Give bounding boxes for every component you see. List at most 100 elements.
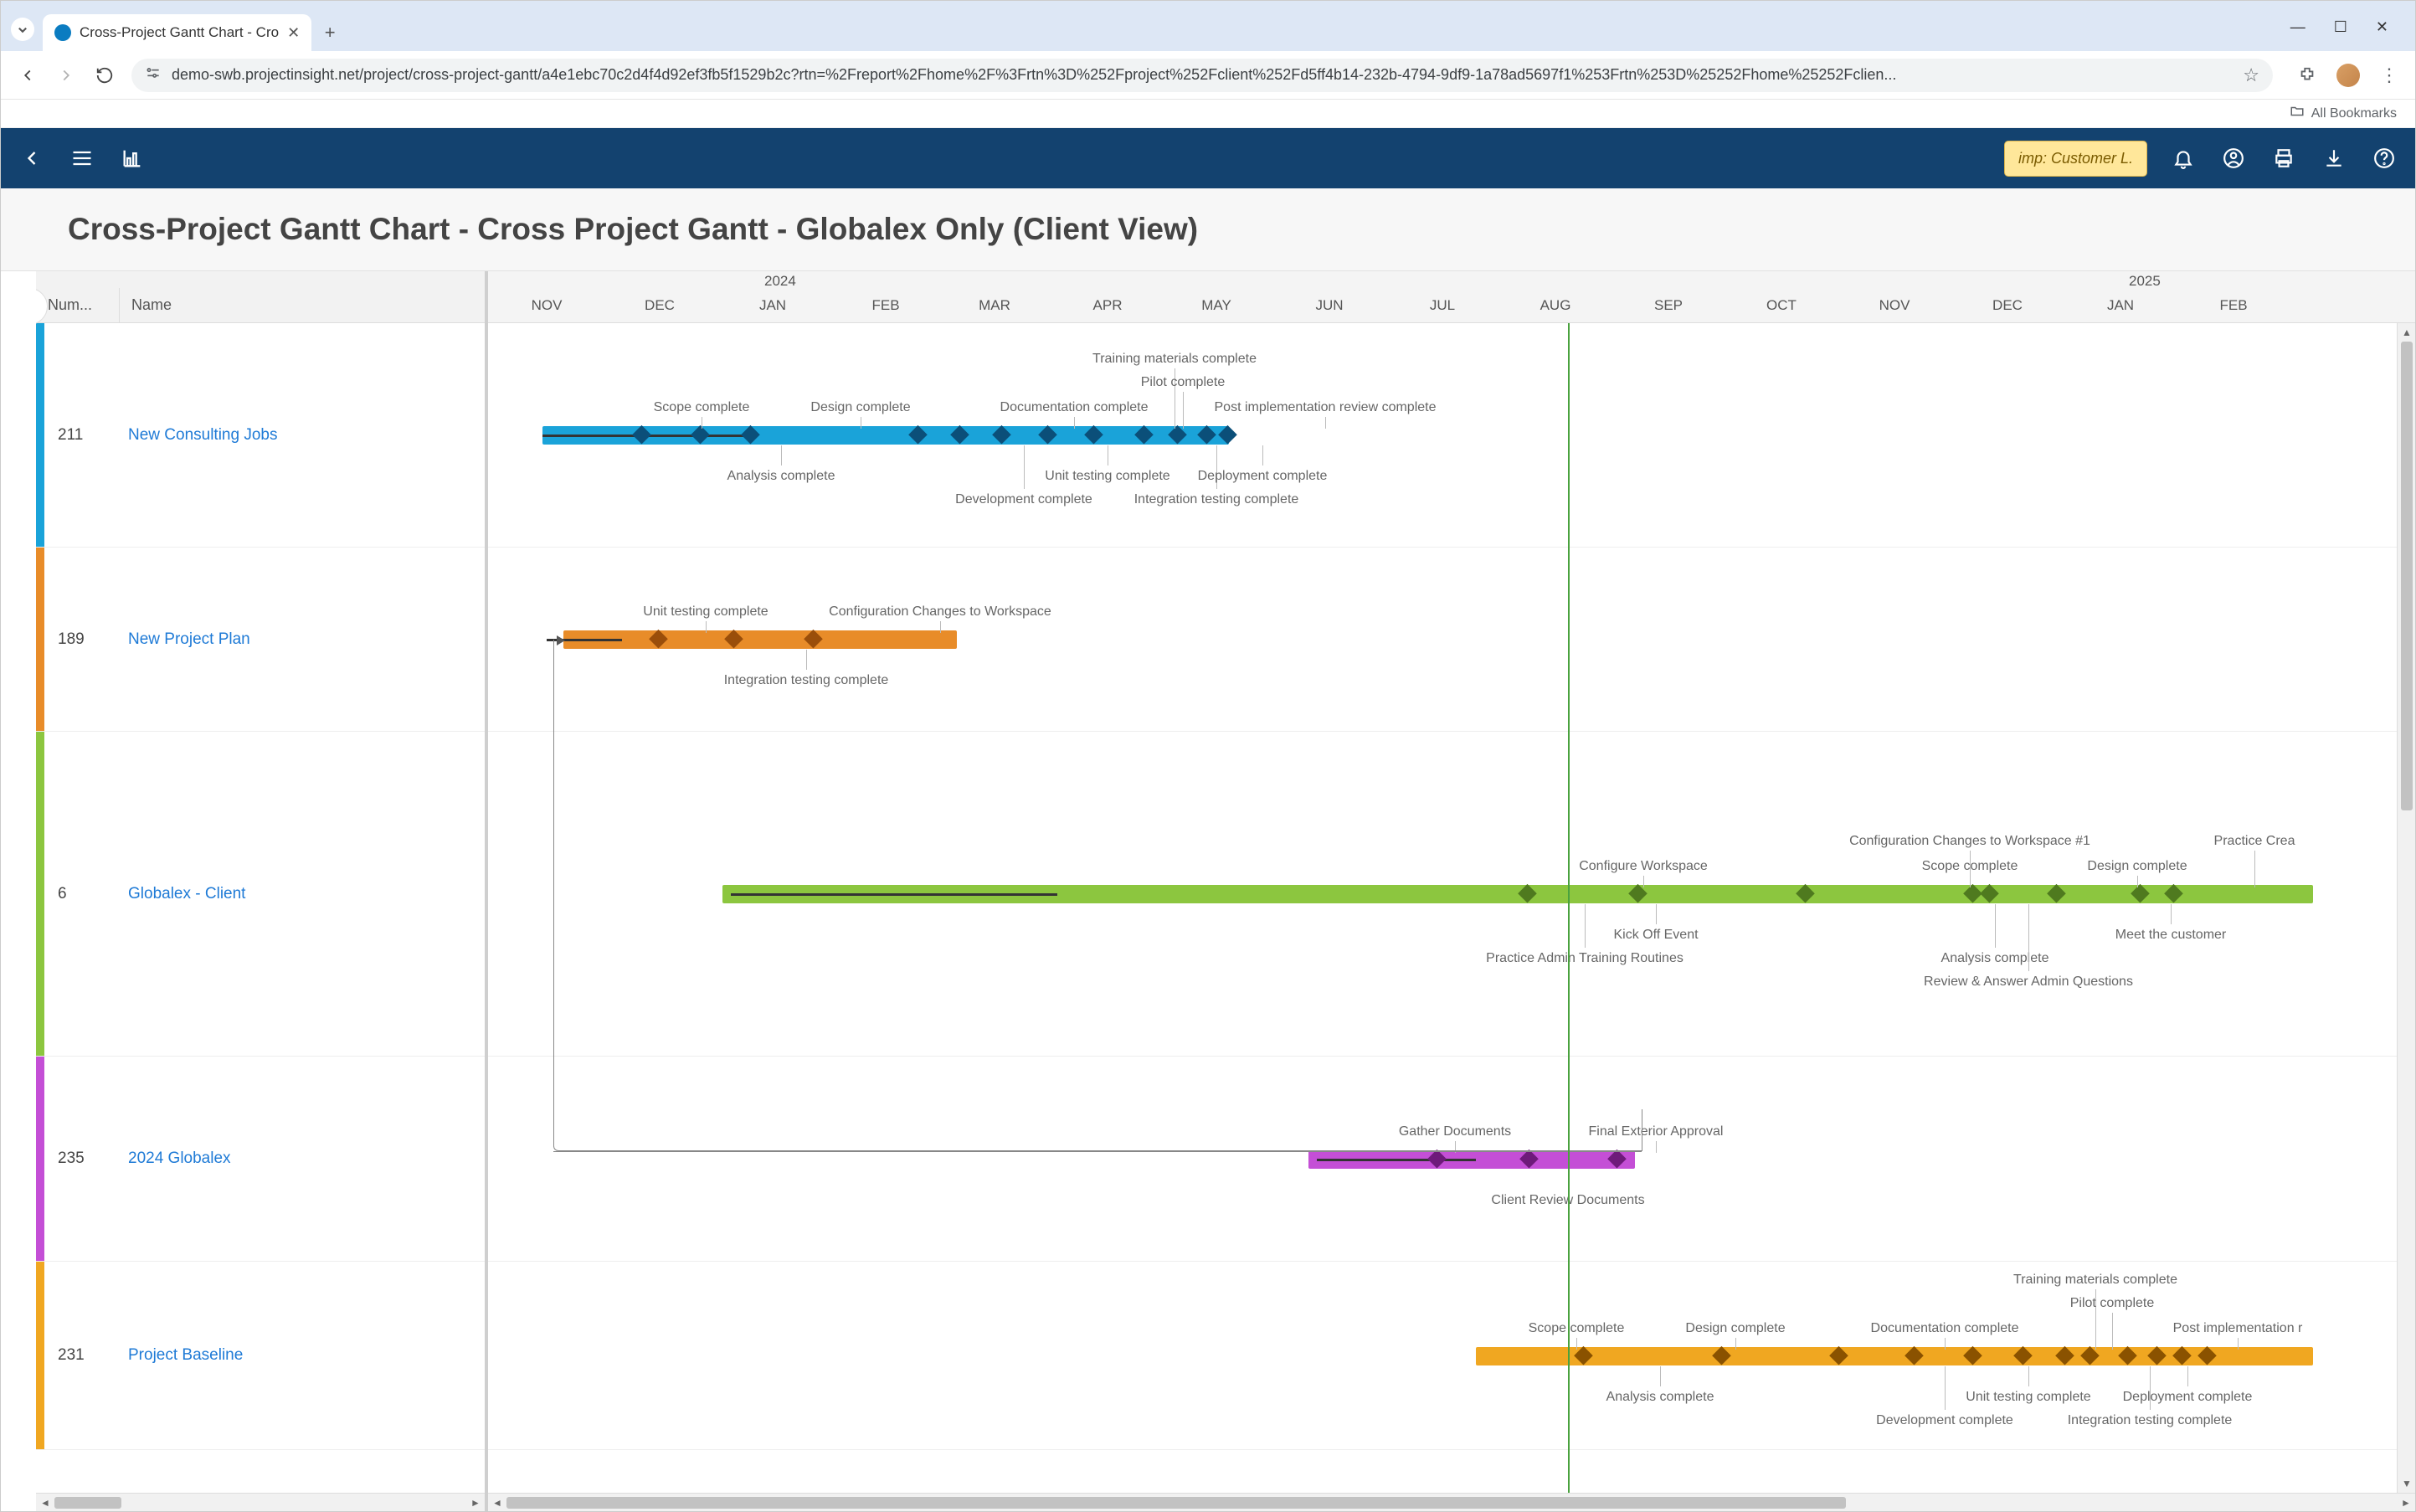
grid-row[interactable]: 211 New Consulting Jobs bbox=[36, 323, 485, 548]
scroll-thumb[interactable] bbox=[2401, 342, 2413, 810]
milestone-label: Pilot complete bbox=[1141, 375, 1226, 390]
bookmarks-folder-icon[interactable] bbox=[2290, 104, 2305, 123]
close-tab-icon[interactable]: ✕ bbox=[287, 24, 300, 42]
project-link[interactable]: 2024 Globalex bbox=[128, 1149, 231, 1167]
tab-strip: Cross-Project Gantt Chart - Cro ✕ + — ☐ … bbox=[1, 1, 2415, 51]
label-tick bbox=[1183, 392, 1184, 429]
all-bookmarks-link[interactable]: All Bookmarks bbox=[2311, 106, 2397, 121]
scroll-up-icon[interactable]: ▲ bbox=[2398, 323, 2415, 342]
timeline-body[interactable]: Scope completeDesign completeDocumentati… bbox=[488, 323, 2415, 1493]
grid-hscrollbar[interactable]: ◄ ► bbox=[36, 1493, 485, 1511]
url-text: demo-swb.projectinsight.net/project/cros… bbox=[172, 66, 2233, 84]
label-tick bbox=[1262, 445, 1263, 465]
col-header-num[interactable]: Num... bbox=[36, 288, 120, 322]
project-link[interactable]: New Project Plan bbox=[128, 630, 250, 648]
scroll-left-icon[interactable]: ◄ bbox=[36, 1494, 54, 1511]
month-label: AUG bbox=[1540, 297, 1571, 314]
month-label: DEC bbox=[1992, 297, 2023, 314]
label-tick bbox=[1970, 876, 1971, 887]
row-name: 2024 Globalex bbox=[120, 1149, 485, 1168]
milestone-label: Development complete bbox=[955, 492, 1092, 507]
milestone-label: Configuration Changes to Workspace #1 bbox=[1849, 834, 2090, 849]
project-link[interactable]: Project Baseline bbox=[128, 1346, 243, 1364]
extensions-icon[interactable] bbox=[2296, 64, 2318, 86]
label-tick bbox=[1074, 417, 1075, 429]
label-tick bbox=[1945, 1338, 1946, 1350]
print-icon[interactable] bbox=[2269, 144, 2298, 172]
back-button[interactable] bbox=[16, 64, 39, 87]
tab-search-button[interactable] bbox=[11, 18, 34, 41]
milestone-label: Deployment complete bbox=[2123, 1390, 2253, 1405]
milestone-label: Deployment complete bbox=[1198, 469, 1328, 484]
label-tick bbox=[1735, 1338, 1736, 1350]
scroll-thumb[interactable] bbox=[54, 1497, 121, 1509]
grid-row[interactable]: 231 Project Baseline bbox=[36, 1262, 485, 1450]
baseline-bar bbox=[1317, 1159, 1476, 1161]
url-input[interactable]: demo-swb.projectinsight.net/project/cros… bbox=[131, 59, 2273, 92]
new-tab-button[interactable]: + bbox=[315, 18, 345, 48]
scroll-right-icon[interactable]: ► bbox=[2397, 1494, 2415, 1511]
label-tick bbox=[1660, 1366, 1661, 1386]
profile-avatar-icon[interactable] bbox=[2336, 64, 2360, 87]
grid-row[interactable]: 235 2024 Globalex bbox=[36, 1057, 485, 1262]
grid-row[interactable]: 189 New Project Plan bbox=[36, 548, 485, 732]
row-num: 235 bbox=[44, 1149, 120, 1168]
address-bar: demo-swb.projectinsight.net/project/cros… bbox=[1, 51, 2415, 100]
month-label: FEB bbox=[2219, 297, 2247, 314]
notifications-icon[interactable] bbox=[2169, 144, 2198, 172]
timeline-hscrollbar[interactable]: ◄ ► bbox=[488, 1493, 2415, 1511]
milestone-label: Review & Answer Admin Questions bbox=[1924, 975, 2133, 990]
timeline-vscrollbar[interactable]: ▲ ▼ bbox=[2397, 323, 2415, 1493]
site-settings-icon[interactable] bbox=[145, 64, 162, 85]
month-label: JAN bbox=[2107, 297, 2134, 314]
window-controls: — ☐ ✕ bbox=[2290, 18, 2405, 36]
minimize-icon[interactable]: — bbox=[2290, 18, 2305, 36]
close-window-icon[interactable]: ✕ bbox=[2376, 18, 2388, 36]
label-tick bbox=[2112, 1313, 2113, 1350]
row-num: 189 bbox=[44, 630, 120, 649]
row-color-stripe bbox=[36, 1057, 44, 1261]
impersonation-badge[interactable]: imp: Customer L. bbox=[2004, 141, 2147, 177]
task-grid: Num... Name 211 New Consulting Jobs 189 … bbox=[36, 271, 488, 1511]
milestone-label: Design complete bbox=[2087, 859, 2187, 874]
today-line bbox=[1568, 323, 1570, 1493]
tab-title: Cross-Project Gantt Chart - Cro bbox=[80, 24, 279, 41]
kebab-menu-icon[interactable]: ⋮ bbox=[2378, 64, 2400, 86]
milestone-label: Scope complete bbox=[654, 400, 750, 415]
user-icon[interactable] bbox=[2219, 144, 2248, 172]
project-link[interactable]: New Consulting Jobs bbox=[128, 426, 277, 444]
scroll-down-icon[interactable]: ▼ bbox=[2398, 1474, 2415, 1493]
download-icon[interactable] bbox=[2320, 144, 2348, 172]
reload-button[interactable] bbox=[93, 64, 116, 87]
scroll-thumb[interactable] bbox=[506, 1497, 1846, 1509]
scroll-right-icon[interactable]: ► bbox=[466, 1494, 485, 1511]
back-nav-button[interactable] bbox=[18, 144, 46, 172]
month-label: SEP bbox=[1654, 297, 1683, 314]
year-label: 2024 bbox=[764, 273, 796, 290]
grid-row[interactable]: 6 Globalex - Client bbox=[36, 732, 485, 1057]
row-name: Project Baseline bbox=[120, 1346, 485, 1365]
maximize-icon[interactable]: ☐ bbox=[2334, 18, 2347, 36]
label-tick bbox=[2238, 1338, 2239, 1350]
milestone-label: Training materials complete bbox=[1092, 352, 1257, 367]
dependency-line bbox=[553, 640, 1642, 1151]
star-icon[interactable]: ☆ bbox=[2243, 64, 2259, 86]
year-label: 2025 bbox=[2129, 273, 2161, 290]
help-icon[interactable] bbox=[2370, 144, 2398, 172]
hamburger-menu-icon[interactable] bbox=[68, 144, 96, 172]
gantt-container: › Num... Name 211 New Consulting Jobs 18… bbox=[36, 271, 2415, 1511]
label-tick bbox=[781, 445, 782, 465]
forward-button[interactable] bbox=[54, 64, 78, 87]
month-label: NOV bbox=[1879, 297, 1910, 314]
browser-tab[interactable]: Cross-Project Gantt Chart - Cro ✕ bbox=[43, 14, 311, 51]
col-header-name[interactable]: Name bbox=[120, 288, 485, 322]
timeline-header[interactable]: 20242025NOVDECJANFEBMARAPRMAYJUNJULAUGSE… bbox=[488, 271, 2415, 323]
milestone-label: Post implementation review complete bbox=[1214, 400, 1436, 415]
label-tick bbox=[2254, 851, 2255, 887]
project-link[interactable]: Globalex - Client bbox=[128, 885, 245, 903]
month-label: NOV bbox=[532, 297, 563, 314]
chart-icon[interactable] bbox=[118, 144, 147, 172]
scroll-left-icon[interactable]: ◄ bbox=[488, 1494, 506, 1511]
label-tick bbox=[1325, 417, 1326, 429]
milestone-label: Analysis complete bbox=[1606, 1390, 1714, 1405]
